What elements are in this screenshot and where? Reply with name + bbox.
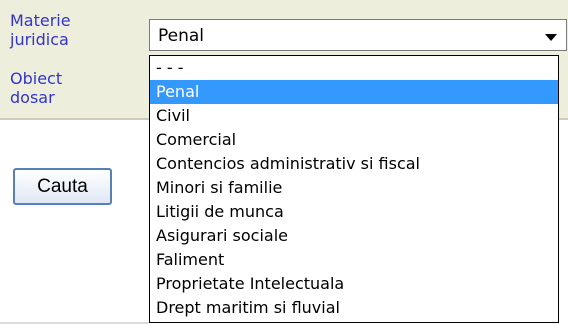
- materie-label-line1: Materie: [10, 11, 71, 30]
- materie-dropdown-list: - - - Penal Civil Comercial Contencios a…: [149, 55, 559, 323]
- option-drept-maritim[interactable]: Drept maritim si fluvial: [150, 296, 558, 320]
- obiect-dosar-label: Obiect dosar: [10, 69, 62, 107]
- option-penal[interactable]: Penal: [150, 80, 558, 104]
- option-contencios[interactable]: Contencios administrativ si fiscal: [150, 152, 558, 176]
- materie-juridica-select[interactable]: Penal: [149, 19, 567, 51]
- option-asigurari-sociale[interactable]: Asigurari sociale: [150, 224, 558, 248]
- materie-juridica-label: Materie juridica: [10, 11, 71, 49]
- option-comercial[interactable]: Comercial: [150, 128, 558, 152]
- search-button[interactable]: Cauta: [13, 168, 112, 205]
- obiect-label-line1: Obiect: [10, 69, 63, 88]
- materie-label-line2: juridica: [10, 30, 69, 49]
- obiect-label-line2: dosar: [10, 88, 55, 107]
- chevron-down-icon[interactable]: [545, 34, 557, 41]
- option-litigii-munca[interactable]: Litigii de munca: [150, 200, 558, 224]
- option-minori-familie[interactable]: Minori si familie: [150, 176, 558, 200]
- option-proprietate-intelectuala[interactable]: Proprietate Intelectuala: [150, 272, 558, 296]
- select-current-value: Penal: [158, 26, 205, 46]
- option-faliment[interactable]: Faliment: [150, 248, 558, 272]
- option-none[interactable]: - - -: [150, 56, 558, 80]
- option-civil[interactable]: Civil: [150, 104, 558, 128]
